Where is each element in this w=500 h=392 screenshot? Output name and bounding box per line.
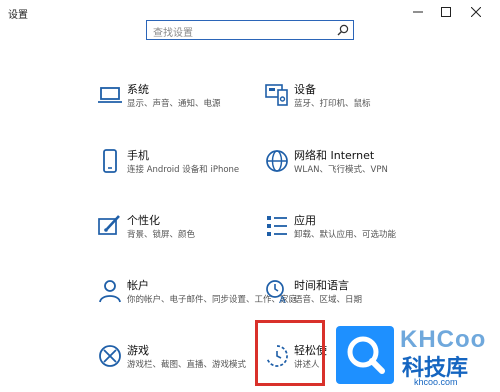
personalization-icon: [97, 213, 123, 239]
category-name: 帐户: [127, 279, 149, 292]
category-desc: 语音、区域、日期: [294, 295, 363, 305]
highlight-box: [255, 320, 325, 386]
close-button[interactable]: [462, 2, 490, 22]
magnifier-icon: [347, 336, 385, 374]
category-name: 设备: [294, 83, 316, 96]
category-desc: 卸载、默认应用、可选功能: [294, 230, 397, 240]
maximize-button[interactable]: [432, 2, 460, 22]
globe-icon: [264, 148, 290, 174]
category-network[interactable]: 网络和 Internet WLAN、飞行模式、VPN: [264, 146, 484, 192]
search-placeholder: 查找设置: [153, 28, 193, 39]
svg-text:A: A: [279, 295, 286, 304]
apps-icon: [264, 213, 290, 239]
window-title: 设置: [8, 10, 28, 21]
category-time-language[interactable]: A 时间和语言 语音、区域、日期: [264, 276, 484, 322]
close-icon: [471, 7, 481, 17]
minimize-button[interactable]: [404, 2, 432, 22]
category-desc: WLAN、飞行模式、VPN: [294, 165, 388, 175]
category-devices[interactable]: 设备 蓝牙、打印机、鼠标: [264, 80, 484, 126]
category-desc: 背景、锁屏、颜色: [127, 230, 196, 240]
laptop-icon: [97, 82, 123, 108]
watermark-url: khcoo.com: [414, 377, 458, 387]
search-icon: [337, 24, 349, 36]
category-desc: 蓝牙、打印机、鼠标: [294, 99, 371, 109]
category-desc: 显示、声音、通知、电源: [127, 99, 221, 109]
category-name: 系统: [127, 83, 149, 96]
category-apps[interactable]: 应用 卸载、默认应用、可选功能: [264, 211, 484, 257]
maximize-icon: [441, 7, 451, 17]
phone-icon: [97, 148, 123, 174]
category-name: 游戏: [127, 344, 149, 357]
category-desc: 游戏栏、截图、直播、游戏模式: [127, 360, 247, 370]
time-language-icon: A: [264, 278, 290, 304]
search-input[interactable]: 查找设置: [146, 20, 354, 40]
devices-icon: [264, 82, 290, 108]
category-name: 网络和 Internet: [294, 149, 375, 162]
person-icon: [97, 278, 123, 304]
category-name: 个性化: [127, 214, 160, 227]
category-name: 手机: [127, 149, 149, 162]
category-name: 时间和语言: [294, 279, 349, 292]
category-desc: 连接 Android 设备和 iPhone: [127, 165, 240, 175]
xbox-icon: [97, 343, 123, 369]
watermark-search-tile: [336, 326, 394, 384]
minimize-icon: [413, 11, 423, 13]
category-name: 应用: [294, 214, 316, 227]
